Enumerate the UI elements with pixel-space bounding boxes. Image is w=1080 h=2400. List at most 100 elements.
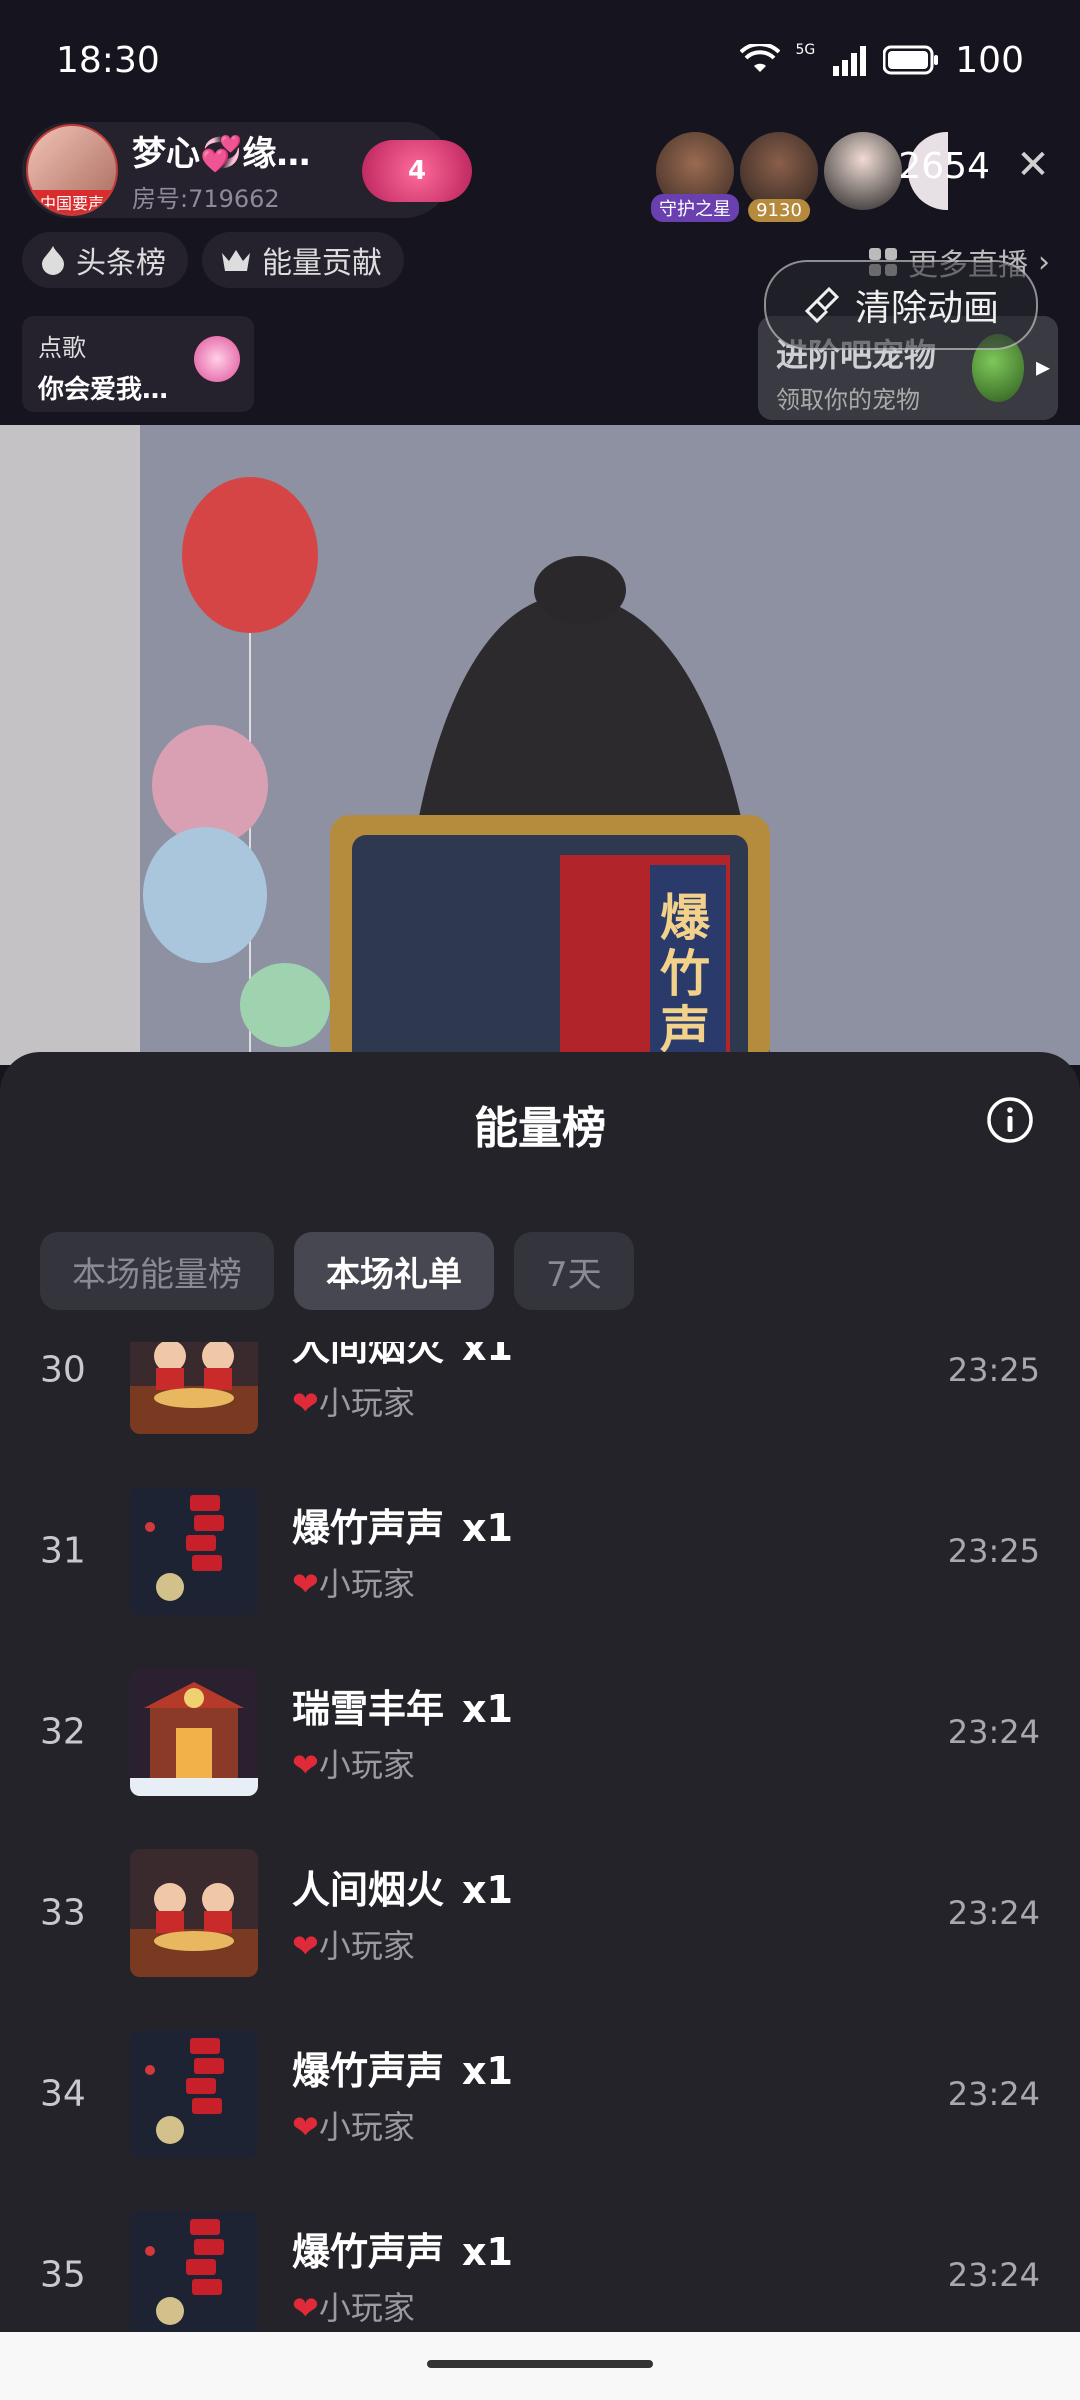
sender-name[interactable]: 小玩家: [319, 1746, 415, 1784]
gift-time: 23:24: [947, 1712, 1040, 1751]
row-rank: 31: [40, 1530, 86, 1571]
gift-quantity: x1: [462, 2048, 513, 2093]
network-type: 5G: [795, 42, 816, 58]
gift-name-line: 人间烟火 x1: [292, 1342, 513, 1371]
broom-icon: [804, 286, 840, 324]
chevron-right-icon: ▸: [1035, 350, 1050, 383]
gift-image: [130, 1848, 258, 1977]
row-rank: 34: [40, 2073, 86, 2114]
navigation-bar: [0, 2332, 1080, 2400]
heart-icon: ❤: [292, 1383, 319, 1422]
gift-name: 瑞雪丰年: [292, 1686, 445, 1731]
gift-row[interactable]: 31 爆竹声声 x1 ❤小玩家 23:25: [0, 1460, 1080, 1641]
chip-headline-rank[interactable]: 头条榜: [22, 232, 188, 288]
gift-name: 爆竹声声: [292, 2229, 445, 2274]
anchor-info: 梦心💞缘… 房号:719662: [132, 126, 310, 214]
clock: 18:30: [56, 39, 160, 81]
home-indicator[interactable]: [427, 2360, 653, 2368]
gift-time: 23:25: [947, 1350, 1040, 1389]
avatar-tag: 中国要声: [28, 190, 116, 214]
heart-icon: ❤: [292, 1926, 319, 1965]
signal-icon: [833, 46, 867, 76]
row-rank: 30: [40, 1349, 86, 1390]
gift-name-line: 人间烟火 x1: [292, 1859, 513, 1914]
gift-quantity: x1: [462, 1505, 513, 1550]
gift-name: 人间烟火: [292, 1867, 445, 1912]
chip-label: 头条榜: [76, 246, 166, 281]
chip-energy-contribution[interactable]: 能量贡献: [202, 232, 404, 288]
lollipop-icon: [194, 336, 240, 382]
row-rank: 33: [40, 1892, 86, 1933]
flame-icon: [42, 246, 64, 275]
gift-quantity: x1: [462, 2229, 513, 2274]
viewer-avatar[interactable]: 守护之星: [651, 132, 739, 222]
gift-time: 23:24: [947, 2074, 1040, 2113]
live-video[interactable]: 爆竹声声: [0, 425, 1080, 1065]
gift-row[interactable]: 32 瑞雪丰年 x1 ❤小玩家 23:24: [0, 1641, 1080, 1822]
gift-time: 23:24: [947, 1893, 1040, 1932]
gift-list[interactable]: 30 人间烟火 x1 ❤小玩家 23:25 31 爆竹声声 x1 ❤小玩家 23:25 32 瑞雪丰年…: [0, 1342, 1080, 2332]
battery-level: 100: [955, 39, 1024, 81]
sender-line: ❤小玩家: [292, 2283, 415, 2329]
sender-line: ❤小玩家: [292, 1740, 415, 1786]
heart-icon: ❤: [292, 2107, 319, 2146]
anchor-avatar[interactable]: 中国要声: [26, 124, 118, 216]
gift-row[interactable]: 33 人间烟火 x1 ❤小玩家 23:24: [0, 1822, 1080, 2003]
anchor-card[interactable]: 中国要声 梦心💞缘… 房号:719662 4: [22, 122, 472, 218]
gift-quantity: x1: [462, 1867, 513, 1912]
row-rank: 32: [40, 1711, 86, 1752]
anchor-name: 梦心💞缘…: [132, 134, 311, 174]
gift-quantity: x1: [462, 1342, 513, 1369]
sender-line: ❤小玩家: [292, 1559, 415, 1605]
guardian-badge: 守护之星: [651, 194, 739, 222]
gift-name: 爆竹声声: [292, 1505, 445, 1550]
chevron-right-icon: ›: [1038, 244, 1050, 280]
gift-row[interactable]: 35 爆竹声声 x1 ❤小玩家 23:24: [0, 2184, 1080, 2332]
viewer-count[interactable]: 2654: [898, 146, 990, 187]
heart-icon: ❤: [292, 2288, 319, 2327]
sender-line: ❤小玩家: [292, 1378, 415, 1424]
fans-club-badge[interactable]: 4: [362, 140, 472, 202]
sender-line: ❤小玩家: [292, 1921, 415, 1967]
gift-name: 人间烟火: [292, 1342, 445, 1369]
gift-name: 爆竹声声: [292, 2048, 445, 2093]
sender-name[interactable]: 小玩家: [319, 1927, 415, 1965]
gift-name-line: 爆竹声声 x1: [292, 2040, 513, 2095]
viewer-score-badge: 9130: [748, 199, 810, 222]
gift-image: [130, 1486, 258, 1615]
gift-image: [130, 1667, 258, 1796]
tab-7-days[interactable]: 7天: [514, 1232, 634, 1310]
heart-icon: ❤: [292, 1745, 319, 1784]
close-icon[interactable]: ✕: [1006, 138, 1060, 192]
rank-tabs: 本场能量榜 本场礼单 7天: [40, 1232, 634, 1310]
gift-image: [130, 2029, 258, 2158]
gift-row[interactable]: 34 爆竹声声 x1 ❤小玩家 23:24: [0, 2003, 1080, 2184]
tab-session-gift-list[interactable]: 本场礼单: [294, 1232, 494, 1310]
gift-animation-text: 爆竹声声: [660, 889, 710, 1065]
gift-row[interactable]: 30 人间烟火 x1 ❤小玩家 23:25: [0, 1342, 1080, 1460]
energy-rank-panel: 能量榜 本场能量榜 本场礼单 7天 30 人间烟火 x1 ❤小玩家 23:25 31 爆竹声…: [0, 1052, 1080, 2332]
song-request-card[interactable]: 点歌 你会爱我…: [22, 316, 254, 412]
wifi-icon: [739, 44, 780, 72]
chip-label: 能量贡献: [262, 246, 382, 281]
info-icon[interactable]: [986, 1096, 1034, 1144]
row-rank: 35: [40, 2254, 86, 2295]
panel-title: 能量榜: [474, 1103, 606, 1154]
sender-name[interactable]: 小玩家: [319, 1384, 415, 1422]
gift-name-line: 瑞雪丰年 x1: [292, 1678, 513, 1733]
rank-chips: 头条榜 能量贡献: [22, 232, 404, 288]
clear-animation-button[interactable]: 清除动画: [764, 260, 1038, 350]
status-bar: 18:30 5G 100: [0, 0, 1080, 120]
sender-name[interactable]: 小玩家: [319, 1565, 415, 1603]
gift-quantity: x1: [462, 1686, 513, 1731]
room-id: 房号:719662: [132, 185, 280, 213]
sender-name[interactable]: 小玩家: [319, 2289, 415, 2327]
tab-session-energy[interactable]: 本场能量榜: [40, 1232, 274, 1310]
sender-name[interactable]: 小玩家: [319, 2108, 415, 2146]
viewer-avatar[interactable]: [824, 132, 902, 210]
gift-time: 23:25: [947, 1531, 1040, 1570]
heart-icon: ❤: [292, 1564, 319, 1603]
viewer-avatar[interactable]: 9130: [740, 132, 818, 222]
crown-icon: [222, 250, 250, 271]
clear-animation-label: 清除动画: [854, 288, 999, 329]
